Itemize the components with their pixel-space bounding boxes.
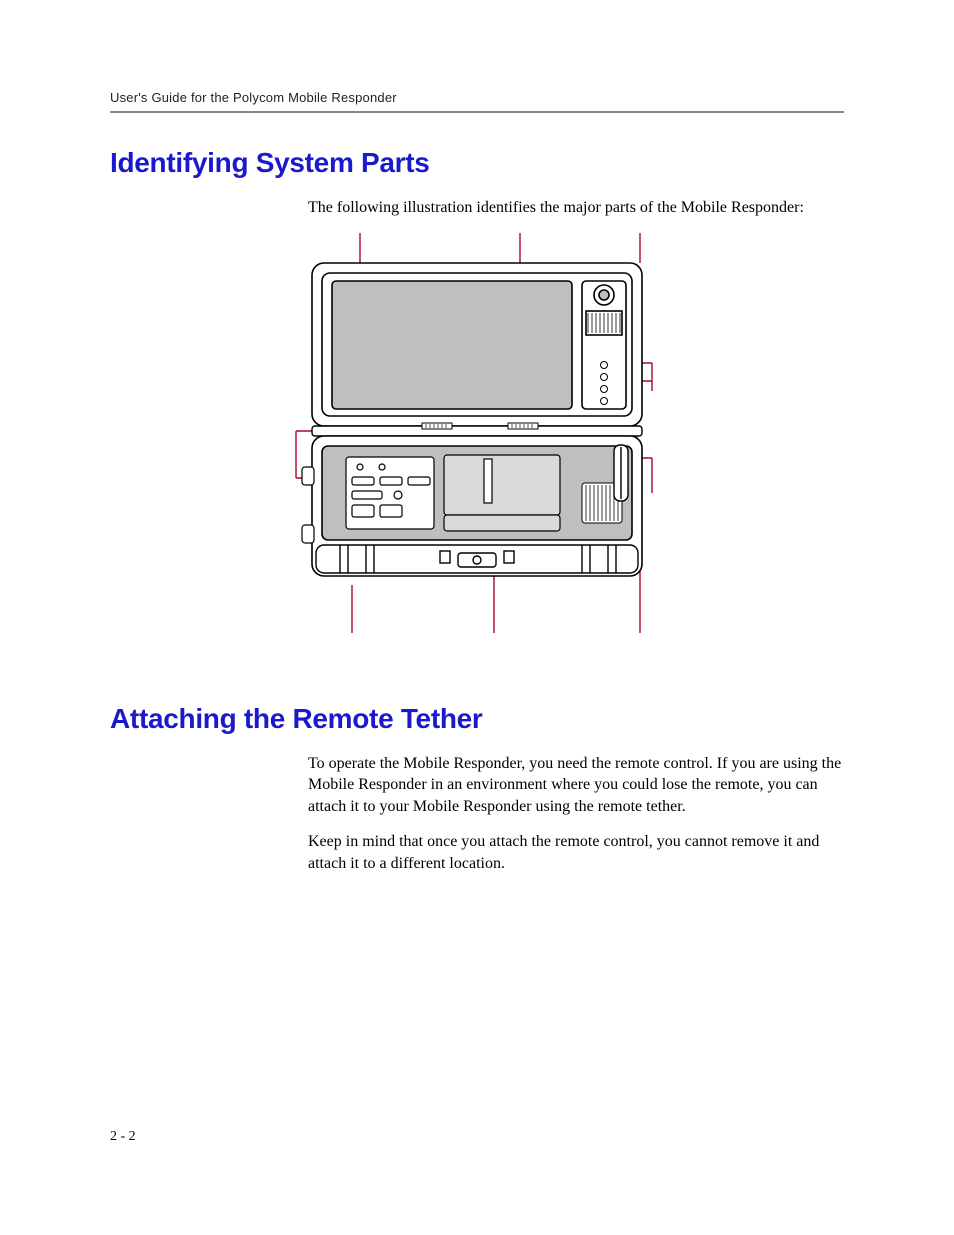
running-head: User's Guide for the Polycom Mobile Resp… <box>110 90 844 113</box>
page-number: 2 - 2 <box>110 1129 136 1145</box>
device-illustration <box>282 233 672 653</box>
section2-body: To operate the Mobile Responder, you nee… <box>308 753 844 875</box>
section-heading-attaching: Attaching the Remote Tether <box>110 703 844 735</box>
section2-p1: To operate the Mobile Responder, you nee… <box>308 753 844 818</box>
section1-intro: The following illustration identifies th… <box>308 197 844 219</box>
section2-p2: Keep in mind that once you attach the re… <box>308 831 844 874</box>
figure-container <box>110 233 844 653</box>
document-page: User's Guide for the Polycom Mobile Resp… <box>0 0 954 1235</box>
section-heading-identifying: Identifying System Parts <box>110 147 844 179</box>
section1-body: The following illustration identifies th… <box>308 197 844 219</box>
